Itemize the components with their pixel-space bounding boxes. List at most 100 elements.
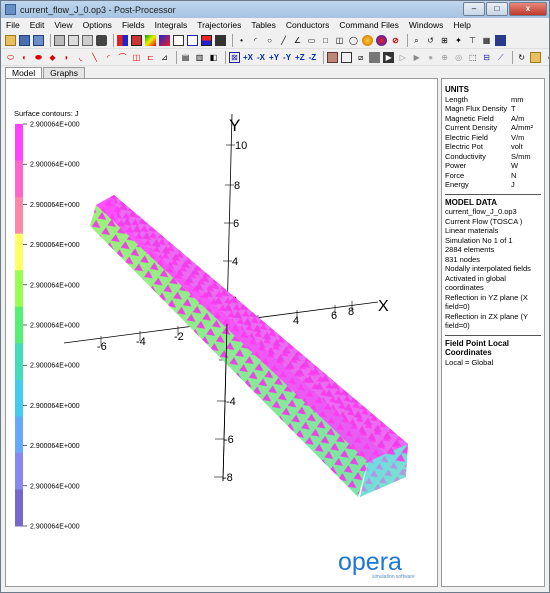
- legend-labels: 2.900064E+000 2.900064E+000 2.900064E+000 2…: [23, 122, 80, 531]
- red-shape-icon-3[interactable]: ⬬: [33, 52, 44, 63]
- view-plus-z-button[interactable]: +Z: [295, 52, 305, 63]
- units-row: Electric Field V/m: [445, 133, 541, 143]
- red-shape-icon-10[interactable]: ◫: [131, 52, 142, 63]
- plane-icon[interactable]: ▭: [306, 35, 317, 46]
- save-as-icon[interactable]: [33, 34, 44, 46]
- menu-integrals[interactable]: Integrals: [150, 18, 193, 32]
- model-viewport[interactable]: Surface contours: J 2.900064E+000 2.90006…: [5, 78, 438, 587]
- book-icon[interactable]: [495, 34, 506, 46]
- read-model-icon[interactable]: [117, 34, 128, 46]
- menu-trajectories[interactable]: Trajectories: [192, 18, 246, 32]
- menu-edit[interactable]: Edit: [25, 18, 50, 32]
- solid-cube-icon[interactable]: [327, 51, 339, 63]
- play-icon[interactable]: ▶: [383, 51, 395, 63]
- red-shape-icon-11[interactable]: ⊏: [145, 52, 156, 63]
- menu-command-files[interactable]: Command Files: [334, 18, 404, 32]
- red-shape-icon-7[interactable]: ╲: [89, 52, 100, 63]
- y-tick-label: -6: [224, 434, 234, 446]
- menu-help[interactable]: Help: [448, 18, 475, 32]
- vector-icon[interactable]: [159, 34, 170, 46]
- table-icon[interactable]: [187, 34, 198, 46]
- colour-sphere-icon[interactable]: [376, 34, 387, 46]
- legend-swatch: [15, 379, 23, 417]
- target-icon[interactable]: ◎: [453, 52, 464, 63]
- menu-options[interactable]: Options: [78, 18, 117, 32]
- view-box-icon[interactable]: ⊠: [229, 51, 240, 63]
- line-icon[interactable]: ╱: [278, 35, 289, 46]
- display-icon[interactable]: [215, 34, 226, 46]
- view-plus-y-button[interactable]: +Y: [269, 52, 279, 63]
- model-data-line: Reflection in YZ plane (X field=0): [445, 292, 528, 312]
- status-dot-icon[interactable]: ●: [544, 52, 550, 63]
- print-icon[interactable]: [54, 34, 65, 46]
- sphere-icon[interactable]: [362, 34, 373, 46]
- maximize-button[interactable]: □: [486, 2, 508, 16]
- wire-cube-icon[interactable]: [341, 51, 353, 63]
- film-icon[interactable]: ▤: [180, 52, 191, 63]
- red-shape-icon-5[interactable]: ◗: [61, 52, 72, 63]
- view-minus-z-button[interactable]: -Z: [309, 52, 317, 63]
- zoom-fit-icon[interactable]: ⊞: [439, 35, 450, 46]
- hide-icon[interactable]: [369, 51, 381, 63]
- histogram-icon[interactable]: [173, 34, 184, 46]
- cylinder-icon[interactable]: ◯: [348, 35, 359, 46]
- save-icon[interactable]: [19, 34, 30, 46]
- divider: [445, 193, 541, 195]
- pointer-icon[interactable]: ⊿: [159, 52, 170, 63]
- menu-view[interactable]: View: [49, 18, 77, 32]
- zoom-in-icon[interactable]: ⌕: [411, 35, 422, 46]
- region-icon[interactable]: ⬚: [467, 52, 478, 63]
- angle-icon[interactable]: ∠: [292, 35, 303, 46]
- step-icon[interactable]: ▷: [397, 52, 408, 63]
- mesh-icon[interactable]: [131, 34, 142, 46]
- rectangle-icon[interactable]: □: [320, 35, 331, 46]
- view-minus-y-button[interactable]: -Y: [283, 52, 291, 63]
- tool-icon[interactable]: ⟋: [495, 52, 506, 63]
- point-icon[interactable]: •: [236, 35, 247, 46]
- legend-swatch: [15, 233, 23, 271]
- grid-icon[interactable]: ▦: [481, 35, 492, 46]
- spin-icon[interactable]: ✦: [453, 35, 464, 46]
- copy-icon[interactable]: [82, 34, 93, 46]
- stop-icon[interactable]: ●: [425, 52, 436, 63]
- play-forward-icon[interactable]: ▶: [411, 52, 422, 63]
- units-quantity: Magn Flux Density: [445, 104, 508, 113]
- zoom-out-icon[interactable]: ↺: [425, 35, 436, 46]
- print-preview-icon[interactable]: [68, 34, 79, 46]
- film-strip-icon[interactable]: ▥: [194, 52, 205, 63]
- folder-save-icon[interactable]: [530, 51, 542, 63]
- view-plus-x-button[interactable]: +X: [243, 52, 253, 63]
- red-shape-icon-8[interactable]: ◜: [103, 52, 114, 63]
- menu-conductors[interactable]: Conductors: [281, 18, 334, 32]
- view-minus-x-button[interactable]: -X: [257, 52, 265, 63]
- red-shape-icon-1[interactable]: ⬭: [5, 52, 16, 63]
- post-processor-window: current_flow_J_0.op3 - Post-Processor – …: [0, 0, 550, 593]
- disk-icon[interactable]: ◧: [208, 52, 219, 63]
- menu-tables[interactable]: Tables: [246, 18, 281, 32]
- crosshair-icon[interactable]: ⊕: [439, 52, 450, 63]
- open-folder-icon[interactable]: [5, 34, 16, 46]
- red-shape-icon-4[interactable]: ◆: [47, 52, 58, 63]
- cancel-icon[interactable]: ⊘: [390, 35, 401, 46]
- close-button[interactable]: x: [509, 2, 547, 16]
- red-shape-icon-2[interactable]: ◐: [19, 52, 30, 63]
- arc-icon[interactable]: ◜: [250, 35, 261, 46]
- mirror-icon[interactable]: ⊟: [481, 52, 492, 63]
- units-unit: mm: [511, 94, 524, 104]
- camera-icon[interactable]: [96, 34, 107, 46]
- menu-fields[interactable]: Fields: [117, 18, 150, 32]
- contour-icon[interactable]: [145, 34, 156, 46]
- units-unit: volt: [511, 142, 523, 151]
- clip-icon[interactable]: ⧄: [355, 52, 366, 63]
- red-shape-icon-6[interactable]: ◟: [75, 52, 86, 63]
- menu-file[interactable]: File: [1, 18, 25, 32]
- cube-icon[interactable]: ◫: [334, 35, 345, 46]
- units-quantity: Energy: [445, 180, 469, 189]
- colour-map-icon[interactable]: [201, 34, 212, 46]
- red-shape-icon-9[interactable]: ⌒: [117, 52, 128, 63]
- axes-icon[interactable]: ⊤: [467, 35, 478, 46]
- refresh-icon[interactable]: ↻: [516, 52, 527, 63]
- menu-windows[interactable]: Windows: [404, 18, 448, 32]
- minimize-button[interactable]: –: [463, 2, 485, 16]
- circle-icon[interactable]: ○: [264, 35, 275, 46]
